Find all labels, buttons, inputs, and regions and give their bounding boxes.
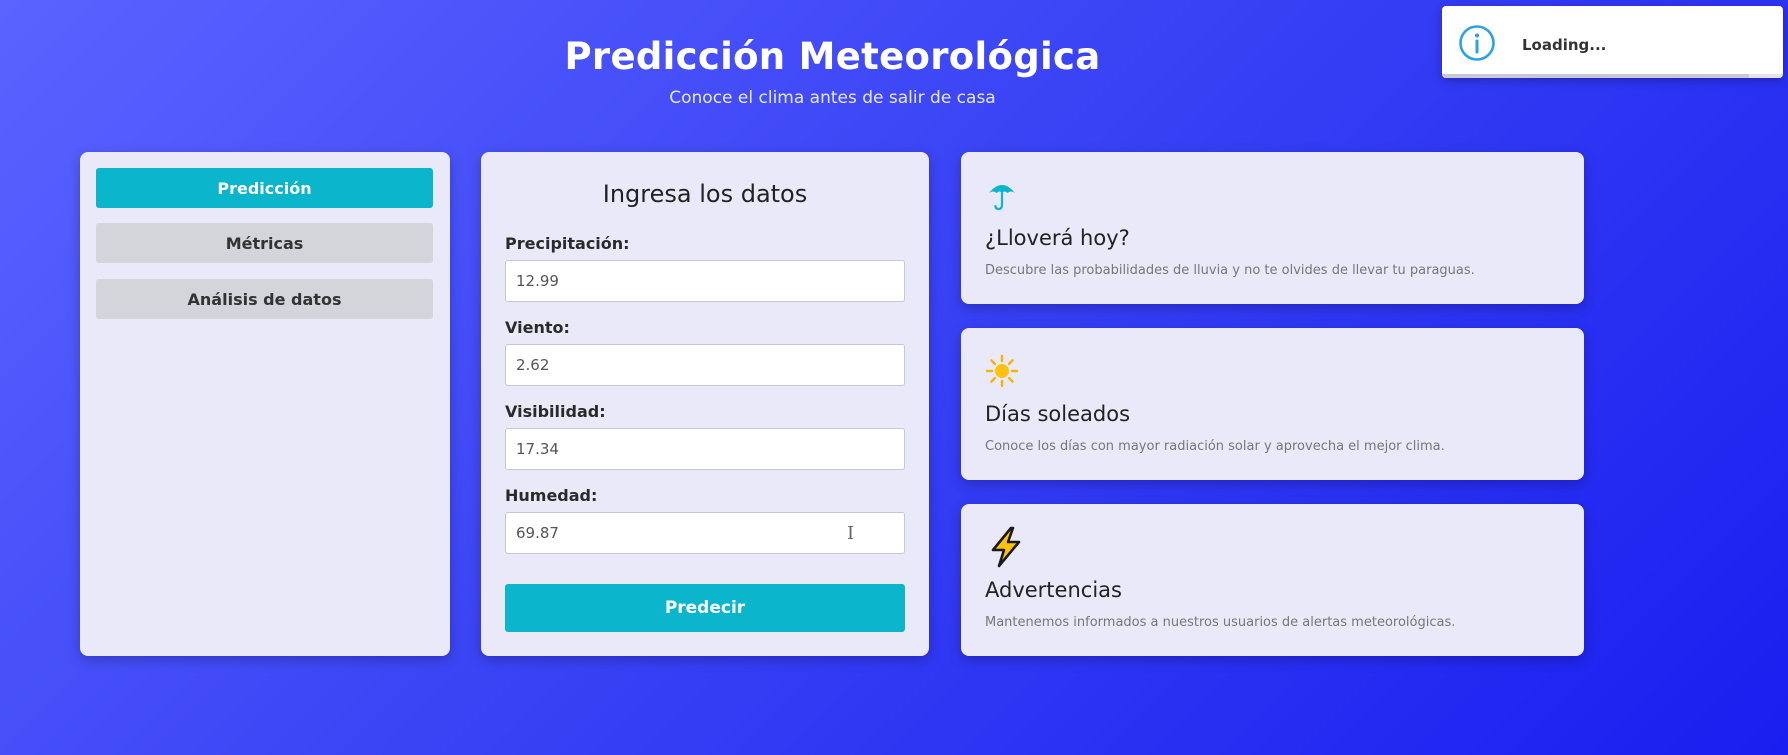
card-sunny-title: Días soleados <box>985 402 1131 426</box>
card-rain[interactable]: ¿Lloverá hoy? Descubre las probabilidade… <box>961 152 1584 304</box>
card-sunny[interactable]: Días soleados Conoce los días con mayor … <box>961 328 1584 480</box>
card-warnings-description: Mantenemos informados a nuestros usuario… <box>985 615 1456 630</box>
toast-message: Loading... <box>1522 36 1607 54</box>
card-warnings[interactable]: Advertencias Mantenemos informados a nue… <box>961 504 1584 656</box>
viento-label: Viento: <box>505 318 570 337</box>
page-title: Predicción Meteorológica <box>564 35 1101 78</box>
toast-progress-track <box>1442 74 1783 78</box>
viento-input[interactable]: 2.62 <box>505 344 905 386</box>
umbrella-icon <box>989 185 1015 211</box>
sidebar-item-prediccion[interactable]: Predicción <box>96 168 433 208</box>
precipitacion-input[interactable]: 12.99 <box>505 260 905 302</box>
form-title: Ingresa los datos <box>602 180 808 208</box>
precipitacion-label: Precipitación: <box>505 234 630 253</box>
input-form: Ingresa los datos Precipitación: 12.99 V… <box>481 152 929 656</box>
viento-value: 2.62 <box>516 356 550 374</box>
sun-icon <box>985 354 1019 388</box>
info-icon <box>1459 25 1495 61</box>
humedad-value: 69.87 <box>516 524 559 542</box>
lightning-icon <box>991 526 1021 568</box>
card-rain-title: ¿Lloverá hoy? <box>985 226 1130 250</box>
page-subtitle: Conoce el clima antes de salir de casa <box>669 88 996 108</box>
sidebar-item-analisis-datos[interactable]: Análisis de datos <box>96 279 433 319</box>
visibilidad-input[interactable]: 17.34 <box>505 428 905 470</box>
toast-progress-bar <box>1442 74 1749 78</box>
predecir-button[interactable]: Predecir <box>505 584 905 632</box>
sidebar-item-metricas[interactable]: Métricas <box>96 223 433 263</box>
visibilidad-label: Visibilidad: <box>505 402 606 421</box>
text-cursor-icon: I <box>847 523 855 544</box>
loading-toast[interactable]: Loading... <box>1442 6 1783 78</box>
humedad-label: Humedad: <box>505 486 598 505</box>
humedad-input[interactable]: 69.87 I <box>505 512 905 554</box>
sidebar: Predicción Métricas Análisis de datos <box>80 152 450 656</box>
precipitacion-value: 12.99 <box>516 272 559 290</box>
card-rain-description: Descubre las probabilidades de lluvia y … <box>985 263 1475 278</box>
card-sunny-description: Conoce los días con mayor radiación sola… <box>985 439 1445 454</box>
visibilidad-value: 17.34 <box>516 440 559 458</box>
card-warnings-title: Advertencias <box>985 578 1122 602</box>
